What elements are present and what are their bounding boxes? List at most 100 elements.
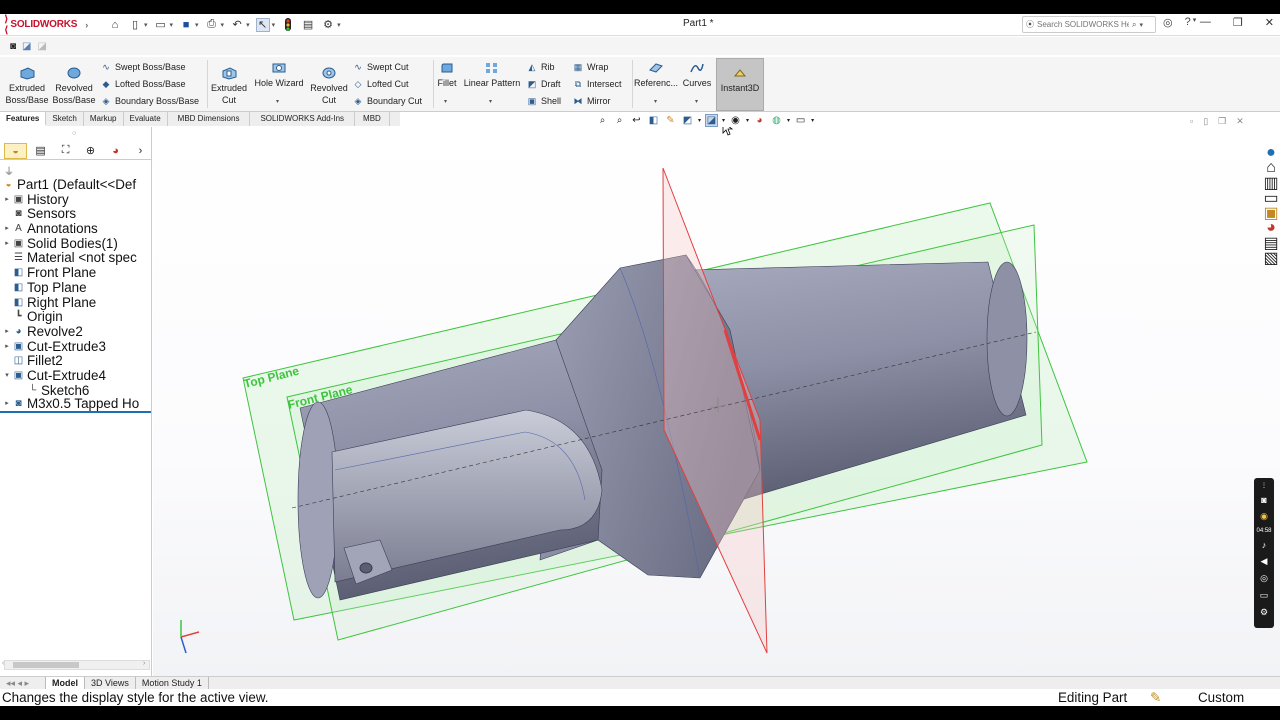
search-magnifier-icon[interactable]: ⌕ [1132,20,1136,30]
tab-features[interactable]: Features [0,112,47,126]
feature-manager-tab-icon[interactable]: ◒ [4,142,28,159]
linear-pattern-button[interactable]: Linear Pattern [462,60,522,89]
hole-wizard-button[interactable]: Hole Wizard [252,60,306,89]
tab-mbd[interactable]: MBD [355,112,390,126]
help-search-box[interactable]: ⦿ ⌕ ▾ [1022,16,1156,33]
section-view-icon[interactable]: ◧ [647,114,660,127]
tree-node[interactable]: ◧ Right Plane [0,295,151,311]
zoom-area-icon[interactable]: ⌕ [613,114,626,127]
close-icon[interactable]: ✕ [1265,16,1274,29]
tab-model[interactable]: Model [46,677,85,689]
draft-button[interactable]: ◩ Draft [526,76,561,92]
recorder-grip-icon[interactable]: ⋮ [1261,482,1267,489]
zoom-to-fit-icon[interactable]: ⌕ [596,114,609,127]
panel-grip-icon[interactable]: ○ [72,130,76,137]
swept-cut-button[interactable]: ∿ Swept Cut [352,59,408,75]
select-cursor-icon[interactable]: ↖ [255,17,270,32]
scroll-left-icon[interactable]: ‹ [2,660,4,667]
boundary-boss-button[interactable]: ◈ Boundary Boss/Base [100,93,200,109]
edit-appearance-icon[interactable]: ◕ [753,114,766,127]
dimxpert-manager-tab-icon[interactable]: ⊕ [79,143,102,159]
solidworks-resources-icon[interactable]: ● [1264,144,1278,161]
property-manager-tab-icon[interactable]: ▤ [29,143,52,159]
expand-toggle-icon[interactable]: ▾ [2,369,12,384]
shell-button[interactable]: ▣ Shell [526,93,561,109]
tree-node[interactable]: ▾ ▣ Cut-Extrude4 [0,368,151,384]
right-plane[interactable] [662,167,768,654]
display-style-dropdown-icon[interactable]: ▾ [722,117,725,124]
tab-motion-study[interactable]: Motion Study 1 [136,677,209,689]
extruded-cut-button[interactable]: Extruded Cut [210,65,248,106]
view-settings-dropdown-icon[interactable]: ▾ [811,117,814,124]
bottom-nav-arrows[interactable]: ◂◂ ◂ ▸ ▸▸ [0,677,46,700]
scene-dropdown-icon[interactable]: ▾ [787,117,790,124]
rib-button[interactable]: ◭ Rib [526,59,555,75]
recorder-camera-icon[interactable]: ◙ [1261,495,1266,505]
print-icon[interactable]: ⎙ [205,18,219,32]
search-input[interactable] [1037,20,1129,29]
hide-show-dropdown-icon[interactable]: ▾ [746,117,749,124]
tree-node[interactable]: ▸ ▣ History [0,192,151,208]
save-icon[interactable]: ■ [179,18,193,32]
app-logo[interactable]: ⟩⟨ SOLIDWORKS › [0,14,88,36]
tree-node[interactable]: ▸ ▣ Solid Bodies(1) [0,236,151,252]
minimize-icon[interactable]: — [1200,16,1211,29]
display-style-icon[interactable]: ◪ [705,114,719,127]
revolved-boss-button[interactable]: Revolved Boss/Base [52,65,96,106]
view-orientation-dropdown-icon[interactable]: ▾ [698,117,701,124]
tree-node[interactable]: ▸ A Annotations [0,221,151,237]
help-icon[interactable]: ? [1185,16,1191,29]
print-dropdown-icon[interactable]: ▾ [221,21,225,29]
viewport-close-icon[interactable]: ✕ [1236,116,1244,127]
forum-icon[interactable]: ▧ [1263,250,1278,267]
configuration-manager-tab-icon[interactable]: ⛶ [54,143,77,159]
view-settings-icon[interactable]: ▭ [794,114,807,127]
help-dropdown-icon[interactable]: ▾ [1193,16,1197,29]
intersect-button[interactable]: ⧉ Intersect [572,76,622,92]
capture-icon[interactable]: ◪ [22,41,31,52]
apply-scene-icon[interactable]: ◍ [770,114,783,127]
select-dropdown-icon[interactable]: ▾ [272,21,276,29]
display-manager-tab-icon[interactable]: ◕ [104,143,127,159]
revolved-cut-button[interactable]: Revolved Cut [308,65,350,106]
tree-node[interactable]: ☰ Material <not spec [0,251,151,266]
new-dropdown-icon[interactable]: ▾ [144,21,148,29]
open-dropdown-icon[interactable]: ▾ [170,21,174,29]
tree-node[interactable]: ◧ Front Plane [0,265,151,281]
tree-node[interactable]: ◒ Part1 (Default<<Def [0,177,151,193]
tab-sketch[interactable]: Sketch [46,112,84,126]
options-dropdown-icon[interactable]: ▾ [337,21,341,29]
tab-evaluate[interactable]: Evaluate [124,112,168,126]
undo-dropdown-icon[interactable]: ▾ [246,21,250,29]
user-account-icon[interactable]: ◎ [1163,16,1173,29]
fillet-dropdown-icon[interactable]: ▾ [444,98,447,105]
previous-view-icon[interactable]: ↩ [630,114,643,127]
tree-node[interactable]: ◫ Fillet2 [0,354,151,369]
rebuild-icon[interactable] [281,18,295,32]
tab-3d-views[interactable]: 3D Views [85,677,136,689]
panel-horizontal-scrollbar[interactable] [4,660,150,670]
expand-toggle-icon[interactable]: ▸ [2,222,12,237]
tab-markup[interactable]: Markup [84,112,124,126]
status-units[interactable]: Custom [1198,689,1244,707]
filter-icon[interactable]: ⏚ [4,163,14,178]
scroll-thumb[interactable] [13,662,79,668]
menu-expand-icon[interactable]: › [85,20,88,30]
viewport-tile-icon[interactable]: ▫ [1190,116,1193,127]
recorder-webcam-icon[interactable]: ◎ [1260,573,1268,584]
home-icon[interactable]: ⌂ [108,18,122,32]
recorder-settings-icon[interactable]: ⚙ [1260,607,1268,618]
curves-button[interactable]: Curves [680,60,714,89]
lofted-cut-button[interactable]: ◇ Lofted Cut [352,76,409,92]
restore-icon[interactable]: ❐ [1233,16,1243,29]
scroll-right-icon[interactable]: › [143,660,145,667]
save-dropdown-icon[interactable]: ▾ [195,21,199,29]
extruded-boss-button[interactable]: Extruded Boss/Base [4,65,50,106]
reference-geometry-button[interactable]: Referenc... [634,60,678,89]
tree-node[interactable]: ◧ Top Plane [0,280,151,296]
search-dropdown-icon[interactable]: ▾ [1139,21,1143,29]
tree-node[interactable]: ◙ Sensors [0,207,151,222]
wrap-button[interactable]: ▦ Wrap [572,59,609,75]
view-orientation-icon[interactable]: ◩ [681,114,694,127]
hide-show-items-icon[interactable]: ◉ [729,114,742,127]
